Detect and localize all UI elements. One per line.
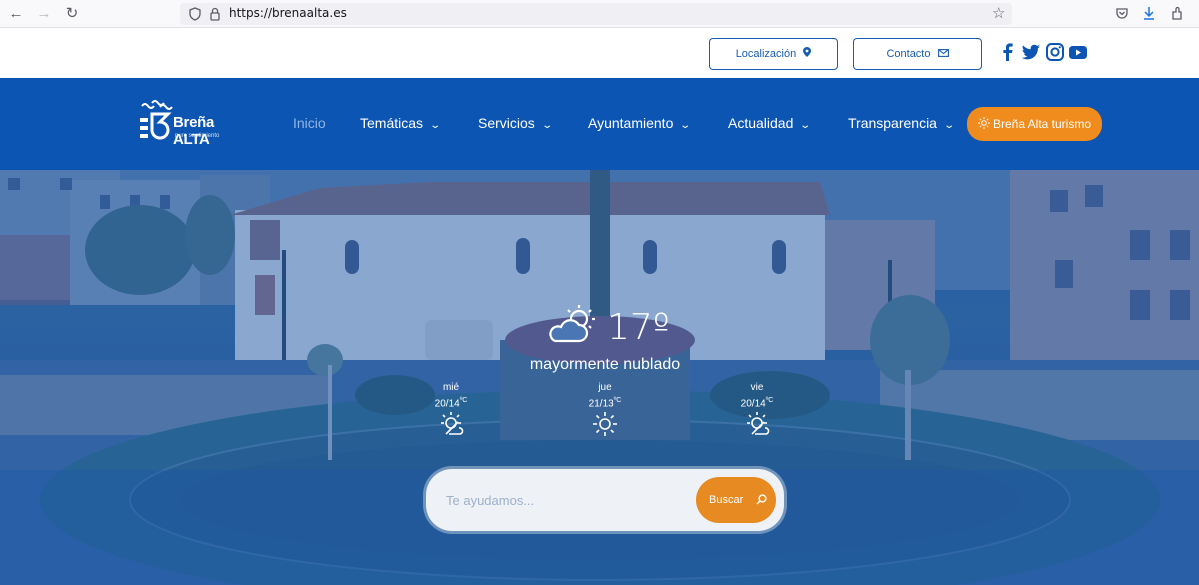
contact-label: Contacto <box>886 48 931 60</box>
forecast-temp-unit: ºC <box>459 397 468 404</box>
partly-cloudy-icon <box>549 305 595 343</box>
nav-item-tematicas[interactable]: Temáticas ⌄ <box>360 115 442 131</box>
search-input[interactable] <box>446 489 676 511</box>
instagram-icon[interactable] <box>1045 42 1065 62</box>
contact-button[interactable]: Contacto <box>853 38 982 70</box>
forward-icon[interactable]: → <box>34 4 54 24</box>
partly-cloudy-icon <box>441 412 464 436</box>
forecast-day: mié 20/14ºC <box>421 382 481 437</box>
nav-item-label: Temáticas <box>360 115 424 131</box>
forecast-temp: 20/14ºC <box>727 397 787 409</box>
main-navigation: Breña ALTA puro sentimiento Inicio Temát… <box>0 78 1199 170</box>
sun-icon <box>977 117 990 129</box>
forecast-day: vie 20/14ºC <box>727 382 787 437</box>
mail-icon <box>937 49 949 57</box>
chevron-down-icon: ⌄ <box>429 120 442 131</box>
twitter-icon[interactable] <box>1021 42 1041 62</box>
forecast-day: jue 21/13ºC <box>575 382 635 437</box>
nav-item-label: Servicios <box>478 115 535 131</box>
forecast-day-name: mié <box>442 382 460 393</box>
search-box: Buscar <box>426 469 784 531</box>
nav-item-transparencia[interactable]: Transparencia ⌄ <box>848 115 956 131</box>
forecast-temp-value: 20/14 <box>434 398 460 410</box>
current-temperature: 17º <box>607 307 670 348</box>
search-button-label: Buscar <box>709 494 744 506</box>
forecast-temp: 20/14ºC <box>421 397 481 409</box>
map-pin-icon <box>803 47 812 57</box>
utility-bar: Localización Contacto <box>0 28 1199 78</box>
nav-item-ayuntamiento[interactable]: Ayuntamiento ⌄ <box>588 115 692 131</box>
nav-item-servicios[interactable]: Servicios ⌄ <box>478 115 553 131</box>
partly-cloudy-icon <box>747 412 770 436</box>
logo-tagline: puro sentimiento <box>175 133 220 139</box>
location-label: Localización <box>735 48 797 60</box>
weather-description: mayormente nublado <box>529 356 681 373</box>
forecast-day-name: vie <box>750 382 764 393</box>
tourism-label: Breña Alta turismo <box>992 117 1092 131</box>
chevron-down-icon: ⌄ <box>679 120 692 131</box>
sun-icon <box>593 412 617 437</box>
download-icon[interactable] <box>1142 6 1156 21</box>
youtube-icon[interactable] <box>1068 42 1088 62</box>
shield-icon <box>189 7 201 21</box>
nav-item-label: Ayuntamiento <box>588 115 674 131</box>
chevron-down-icon: ⌄ <box>943 120 956 131</box>
browser-toolbar: ← → ↻ https://brenaalta.es ☆ <box>0 0 1199 28</box>
forecast-temp-unit: ºC <box>765 397 774 404</box>
logo-emblem-icon <box>140 100 173 140</box>
lock-icon <box>210 7 220 21</box>
nav-item-label: Transparencia <box>848 115 937 131</box>
facebook-icon[interactable] <box>998 42 1018 62</box>
forecast-temp-value: 21/13 <box>588 398 614 410</box>
extensions-icon[interactable] <box>1170 6 1184 21</box>
back-icon[interactable]: ← <box>6 4 26 24</box>
forecast-temp: 21/13ºC <box>575 397 635 409</box>
search-icon <box>756 494 767 505</box>
tourism-button[interactable]: Breña Alta turismo <box>967 107 1102 141</box>
nav-item-label: Actualidad <box>728 115 794 131</box>
logo-name: Breña ALTA <box>173 114 215 148</box>
url-text: https://brenaalta.es <box>229 6 347 20</box>
chevron-down-icon: ⌄ <box>541 120 553 131</box>
hero-banner: 17º mayormente nublado mié 20/14ºC jue 2… <box>0 170 1199 585</box>
pocket-icon[interactable] <box>1115 7 1129 21</box>
nav-item-actualidad[interactable]: Actualidad ⌄ <box>728 115 812 131</box>
search-button[interactable]: Buscar <box>696 477 776 523</box>
site-logo[interactable]: Breña ALTA puro sentimiento <box>138 100 248 148</box>
forecast-temp-value: 20/14 <box>740 398 766 410</box>
nav-item-inicio[interactable]: Inicio <box>293 115 326 131</box>
location-button[interactable]: Localización <box>709 38 838 70</box>
reload-icon[interactable]: ↻ <box>62 4 82 24</box>
chevron-down-icon: ⌄ <box>799 120 812 131</box>
forecast-temp-unit: ºC <box>613 397 622 404</box>
bookmark-star-icon[interactable]: ☆ <box>992 4 1005 22</box>
address-bar[interactable]: https://brenaalta.es ☆ <box>180 3 1012 25</box>
forecast-day-name: jue <box>598 382 612 393</box>
